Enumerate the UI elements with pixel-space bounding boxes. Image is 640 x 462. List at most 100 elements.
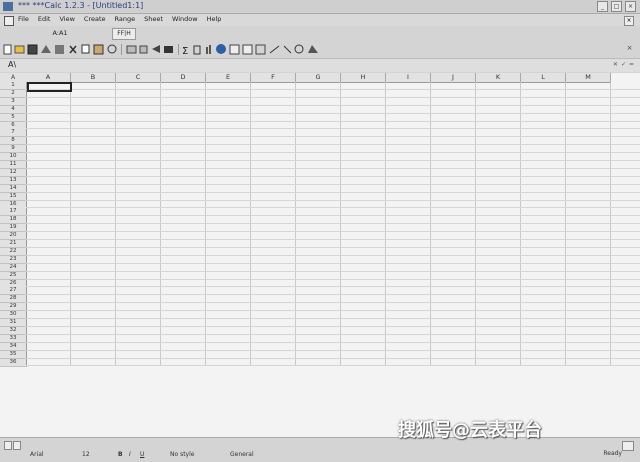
active-cell[interactable] xyxy=(27,82,72,92)
row-header[interactable]: 20 xyxy=(0,232,27,241)
column-header[interactable]: B xyxy=(71,73,116,83)
row-header[interactable]: 32 xyxy=(0,326,27,335)
spreadsheet-grid[interactable]: A A B C D E F G H I J K L M 1 2 3 4 5 6 7 8 9 10 11 12 13 14 15 16 17… xyxy=(0,73,640,437)
row-header[interactable]: 25 xyxy=(0,271,27,280)
row-header[interactable]: 24 xyxy=(0,263,27,272)
toolbar-close-icon[interactable]: × xyxy=(625,44,634,53)
font-name[interactable]: Arial xyxy=(30,451,44,458)
column-header[interactable]: M xyxy=(566,73,611,83)
column-header[interactable]: C xyxy=(116,73,161,83)
column-header[interactable]: J xyxy=(431,73,476,83)
row-gridline xyxy=(26,294,640,296)
row-header[interactable]: 12 xyxy=(0,168,27,177)
column-header[interactable]: D xyxy=(161,73,206,83)
formula-icon[interactable]: = xyxy=(629,61,634,68)
row-header[interactable]: 18 xyxy=(0,216,27,225)
column-gridline xyxy=(115,82,116,367)
row-header[interactable]: 36 xyxy=(0,358,27,367)
row-header[interactable]: 21 xyxy=(0,240,27,248)
row-header[interactable]: 14 xyxy=(0,184,27,193)
row-gridline xyxy=(26,325,640,327)
row-header[interactable]: 17 xyxy=(0,208,27,217)
ellipse-icon xyxy=(294,44,304,54)
cancel-icon[interactable]: ✕ xyxy=(613,61,618,68)
menu-file[interactable]: File xyxy=(18,15,29,23)
last-sheet-icon[interactable] xyxy=(13,441,21,450)
column-header[interactable]: I xyxy=(386,73,431,83)
minimize-button[interactable]: _ xyxy=(597,1,608,12)
formula-content[interactable]: A\ xyxy=(8,60,16,69)
menu-help[interactable]: Help xyxy=(207,15,222,23)
row-header[interactable]: 5 xyxy=(0,113,27,122)
status-ready: Ready xyxy=(603,450,622,457)
row-header[interactable]: 29 xyxy=(0,303,27,312)
doc-close-button[interactable]: × xyxy=(624,16,634,26)
doc-menu-icon[interactable] xyxy=(4,16,14,26)
row-header[interactable]: 10 xyxy=(0,153,27,162)
copy-icon xyxy=(81,44,90,54)
row-header[interactable]: 8 xyxy=(0,137,27,146)
menu-edit[interactable]: Edit xyxy=(38,15,51,23)
insert-arrow-icon xyxy=(152,45,160,53)
row-gridline xyxy=(26,231,640,233)
paste-icon xyxy=(93,44,104,55)
row-header[interactable]: 31 xyxy=(0,319,27,327)
row-header[interactable]: 15 xyxy=(0,192,27,201)
row-header[interactable]: 35 xyxy=(0,350,27,359)
maximize-button[interactable]: □ xyxy=(611,1,622,12)
row-header[interactable]: 2 xyxy=(0,89,27,98)
first-sheet-icon[interactable] xyxy=(4,441,12,450)
row-header[interactable]: 7 xyxy=(0,129,27,138)
fill-icon xyxy=(164,46,173,53)
row-header[interactable]: 4 xyxy=(0,105,27,114)
accept-icon[interactable]: ✓ xyxy=(621,61,626,68)
font-size[interactable]: 12 xyxy=(82,451,90,458)
row-header[interactable]: 23 xyxy=(0,255,27,264)
sep-2 xyxy=(178,44,179,55)
row-header[interactable]: 9 xyxy=(0,145,27,154)
bold-button[interactable]: B xyxy=(118,451,123,458)
chart-icon xyxy=(206,47,208,54)
menu-window[interactable]: Window xyxy=(172,15,198,23)
row-header[interactable]: 27 xyxy=(0,287,27,296)
row-gridline xyxy=(26,246,640,248)
row-header[interactable]: 6 xyxy=(0,121,27,130)
underline-button[interactable]: U xyxy=(140,451,144,458)
menu-range[interactable]: Range xyxy=(115,15,136,23)
row-header[interactable]: 28 xyxy=(0,295,27,304)
menu-view[interactable]: View xyxy=(59,15,74,23)
cell-style[interactable]: No style xyxy=(170,451,194,458)
row-header[interactable]: 26 xyxy=(0,279,27,288)
row-gridline xyxy=(26,341,640,343)
row-header[interactable]: 13 xyxy=(0,176,27,185)
italic-button[interactable]: I xyxy=(129,451,131,458)
scroll-right-icon[interactable] xyxy=(622,441,634,451)
cell-reference-box[interactable]: A:A1 xyxy=(30,28,90,38)
column-header[interactable]: H xyxy=(341,73,386,83)
number-format[interactable]: General xyxy=(230,451,254,458)
open-icon xyxy=(14,45,25,54)
function-button[interactable]: FF|H xyxy=(112,28,136,40)
row-header[interactable]: 19 xyxy=(0,224,27,233)
column-header[interactable]: K xyxy=(476,73,521,83)
close-button[interactable]: × xyxy=(625,1,636,12)
row-gridline xyxy=(26,223,640,225)
row-header[interactable]: 33 xyxy=(0,334,27,343)
column-header[interactable]: F xyxy=(251,73,296,83)
row-header[interactable]: 34 xyxy=(0,342,27,351)
row-header[interactable]: 1 xyxy=(0,82,27,90)
menu-create[interactable]: Create xyxy=(84,15,106,23)
row-header[interactable]: 16 xyxy=(0,200,27,209)
row-header[interactable]: 22 xyxy=(0,247,27,256)
sheet-nav[interactable] xyxy=(4,441,21,450)
toolbar-icons[interactable]: Σ xyxy=(0,41,400,58)
column-gridline xyxy=(430,82,431,367)
column-gridline xyxy=(70,82,71,367)
row-header[interactable]: 30 xyxy=(0,311,27,320)
column-header[interactable]: G xyxy=(296,73,341,83)
row-header[interactable]: 11 xyxy=(0,161,27,169)
column-header[interactable]: L xyxy=(521,73,566,83)
menu-sheet[interactable]: Sheet xyxy=(144,15,163,23)
column-header[interactable]: E xyxy=(206,73,251,83)
row-header[interactable]: 3 xyxy=(0,97,27,106)
